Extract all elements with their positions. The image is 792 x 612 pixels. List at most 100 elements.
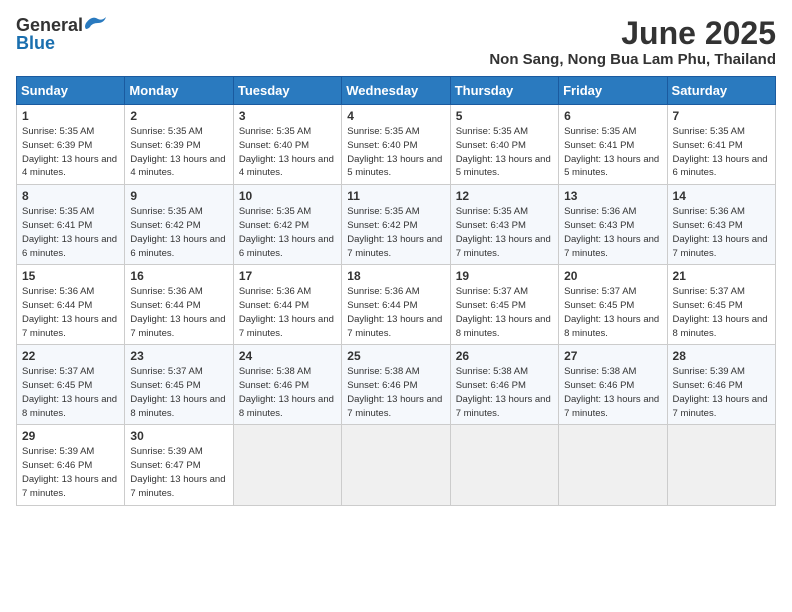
calendar-cell: 12 Sunrise: 5:35 AM Sunset: 6:43 PM Dayl… [450,185,558,265]
day-number: 16 [130,269,227,283]
calendar-cell [342,425,450,505]
calendar-cell: 19 Sunrise: 5:37 AM Sunset: 6:45 PM Dayl… [450,265,558,345]
calendar-cell: 7 Sunrise: 5:35 AM Sunset: 6:41 PM Dayli… [667,105,775,185]
day-number: 4 [347,109,444,123]
calendar-week-row: 1 Sunrise: 5:35 AM Sunset: 6:39 PM Dayli… [17,105,776,185]
calendar-cell: 13 Sunrise: 5:36 AM Sunset: 6:43 PM Dayl… [559,185,667,265]
day-info: Sunrise: 5:38 AM Sunset: 6:46 PM Dayligh… [456,365,553,420]
calendar-table: SundayMondayTuesdayWednesdayThursdayFrid… [16,76,776,505]
day-info: Sunrise: 5:35 AM Sunset: 6:39 PM Dayligh… [22,125,119,180]
location-title: Non Sang, Nong Bua Lam Phu, Thailand [489,51,776,68]
day-info: Sunrise: 5:37 AM Sunset: 6:45 PM Dayligh… [673,285,770,340]
day-number: 15 [22,269,119,283]
calendar-cell [559,425,667,505]
day-info: Sunrise: 5:35 AM Sunset: 6:39 PM Dayligh… [130,125,227,180]
calendar-cell: 14 Sunrise: 5:36 AM Sunset: 6:43 PM Dayl… [667,185,775,265]
calendar-cell: 29 Sunrise: 5:39 AM Sunset: 6:46 PM Dayl… [17,425,125,505]
calendar-cell: 11 Sunrise: 5:35 AM Sunset: 6:42 PM Dayl… [342,185,450,265]
calendar-cell: 30 Sunrise: 5:39 AM Sunset: 6:47 PM Dayl… [125,425,233,505]
day-info: Sunrise: 5:38 AM Sunset: 6:46 PM Dayligh… [239,365,336,420]
day-number: 20 [564,269,661,283]
day-info: Sunrise: 5:37 AM Sunset: 6:45 PM Dayligh… [22,365,119,420]
day-of-week-header: Sunday [17,77,125,105]
month-title: June 2025 [489,16,776,51]
day-info: Sunrise: 5:37 AM Sunset: 6:45 PM Dayligh… [130,365,227,420]
day-info: Sunrise: 5:36 AM Sunset: 6:44 PM Dayligh… [239,285,336,340]
calendar-cell: 21 Sunrise: 5:37 AM Sunset: 6:45 PM Dayl… [667,265,775,345]
day-of-week-header: Wednesday [342,77,450,105]
title-area: June 2025 Non Sang, Nong Bua Lam Phu, Th… [489,16,776,68]
day-info: Sunrise: 5:35 AM Sunset: 6:42 PM Dayligh… [239,205,336,260]
day-number: 27 [564,349,661,363]
logo-blue-text: Blue [16,34,55,52]
logo-general-text: General [16,16,83,34]
calendar-week-row: 22 Sunrise: 5:37 AM Sunset: 6:45 PM Dayl… [17,345,776,425]
calendar-cell: 18 Sunrise: 5:36 AM Sunset: 6:44 PM Dayl… [342,265,450,345]
day-number: 3 [239,109,336,123]
day-info: Sunrise: 5:35 AM Sunset: 6:42 PM Dayligh… [347,205,444,260]
calendar-cell: 28 Sunrise: 5:39 AM Sunset: 6:46 PM Dayl… [667,345,775,425]
day-number: 28 [673,349,770,363]
day-info: Sunrise: 5:36 AM Sunset: 6:44 PM Dayligh… [130,285,227,340]
day-info: Sunrise: 5:35 AM Sunset: 6:42 PM Dayligh… [130,205,227,260]
day-number: 22 [22,349,119,363]
day-info: Sunrise: 5:36 AM Sunset: 6:43 PM Dayligh… [564,205,661,260]
day-number: 9 [130,189,227,203]
day-number: 13 [564,189,661,203]
calendar-cell: 5 Sunrise: 5:35 AM Sunset: 6:40 PM Dayli… [450,105,558,185]
calendar-cell [233,425,341,505]
day-info: Sunrise: 5:36 AM Sunset: 6:43 PM Dayligh… [673,205,770,260]
calendar-cell: 20 Sunrise: 5:37 AM Sunset: 6:45 PM Dayl… [559,265,667,345]
day-number: 6 [564,109,661,123]
day-number: 7 [673,109,770,123]
calendar-cell: 3 Sunrise: 5:35 AM Sunset: 6:40 PM Dayli… [233,105,341,185]
day-of-week-header: Thursday [450,77,558,105]
day-info: Sunrise: 5:35 AM Sunset: 6:43 PM Dayligh… [456,205,553,260]
day-info: Sunrise: 5:39 AM Sunset: 6:47 PM Dayligh… [130,445,227,500]
day-info: Sunrise: 5:38 AM Sunset: 6:46 PM Dayligh… [564,365,661,420]
day-of-week-header: Monday [125,77,233,105]
calendar-week-row: 15 Sunrise: 5:36 AM Sunset: 6:44 PM Dayl… [17,265,776,345]
calendar-cell: 23 Sunrise: 5:37 AM Sunset: 6:45 PM Dayl… [125,345,233,425]
day-info: Sunrise: 5:36 AM Sunset: 6:44 PM Dayligh… [22,285,119,340]
calendar-cell: 15 Sunrise: 5:36 AM Sunset: 6:44 PM Dayl… [17,265,125,345]
calendar-cell: 27 Sunrise: 5:38 AM Sunset: 6:46 PM Dayl… [559,345,667,425]
day-number: 23 [130,349,227,363]
day-info: Sunrise: 5:39 AM Sunset: 6:46 PM Dayligh… [673,365,770,420]
day-number: 1 [22,109,119,123]
day-info: Sunrise: 5:35 AM Sunset: 6:40 PM Dayligh… [456,125,553,180]
day-of-week-header: Tuesday [233,77,341,105]
calendar-cell [450,425,558,505]
day-number: 21 [673,269,770,283]
day-info: Sunrise: 5:37 AM Sunset: 6:45 PM Dayligh… [564,285,661,340]
calendar-cell: 10 Sunrise: 5:35 AM Sunset: 6:42 PM Dayl… [233,185,341,265]
calendar-cell: 25 Sunrise: 5:38 AM Sunset: 6:46 PM Dayl… [342,345,450,425]
logo-bird-icon [84,15,106,31]
day-number: 18 [347,269,444,283]
calendar-cell: 24 Sunrise: 5:38 AM Sunset: 6:46 PM Dayl… [233,345,341,425]
calendar-cell: 2 Sunrise: 5:35 AM Sunset: 6:39 PM Dayli… [125,105,233,185]
logo: General Blue [16,16,106,52]
calendar-cell: 1 Sunrise: 5:35 AM Sunset: 6:39 PM Dayli… [17,105,125,185]
calendar-cell: 22 Sunrise: 5:37 AM Sunset: 6:45 PM Dayl… [17,345,125,425]
day-info: Sunrise: 5:35 AM Sunset: 6:40 PM Dayligh… [347,125,444,180]
day-info: Sunrise: 5:35 AM Sunset: 6:40 PM Dayligh… [239,125,336,180]
calendar-cell [667,425,775,505]
day-info: Sunrise: 5:38 AM Sunset: 6:46 PM Dayligh… [347,365,444,420]
calendar-week-row: 8 Sunrise: 5:35 AM Sunset: 6:41 PM Dayli… [17,185,776,265]
day-number: 14 [673,189,770,203]
day-number: 17 [239,269,336,283]
day-number: 5 [456,109,553,123]
day-number: 19 [456,269,553,283]
day-info: Sunrise: 5:35 AM Sunset: 6:41 PM Dayligh… [673,125,770,180]
day-number: 25 [347,349,444,363]
day-number: 29 [22,429,119,443]
day-number: 10 [239,189,336,203]
calendar-cell: 16 Sunrise: 5:36 AM Sunset: 6:44 PM Dayl… [125,265,233,345]
calendar-header-row: SundayMondayTuesdayWednesdayThursdayFrid… [17,77,776,105]
calendar-cell: 4 Sunrise: 5:35 AM Sunset: 6:40 PM Dayli… [342,105,450,185]
day-number: 11 [347,189,444,203]
day-number: 8 [22,189,119,203]
calendar-cell: 9 Sunrise: 5:35 AM Sunset: 6:42 PM Dayli… [125,185,233,265]
day-number: 2 [130,109,227,123]
